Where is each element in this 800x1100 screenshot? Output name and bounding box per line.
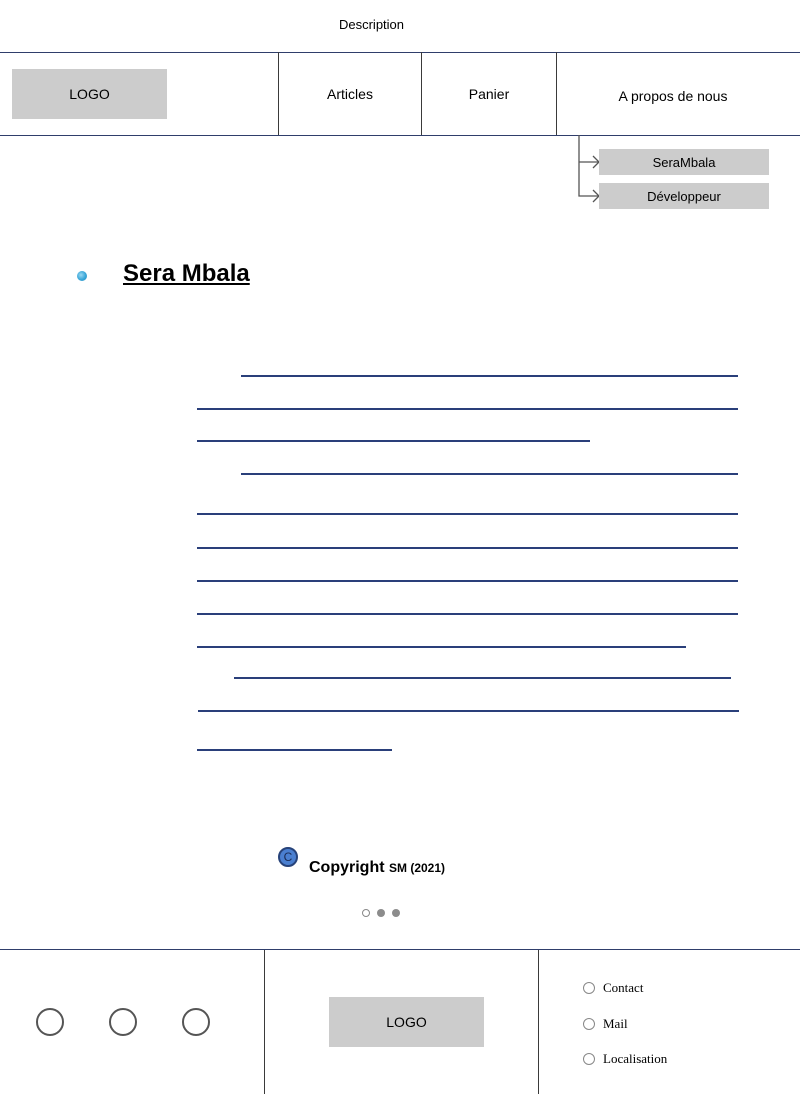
footer-logo[interactable]: LOGO — [329, 997, 484, 1047]
nav-item-a-propos[interactable]: A propos de nous — [557, 55, 789, 137]
copyright-text: Copyright SM (2021) — [309, 859, 445, 877]
carousel-dot[interactable] — [362, 909, 370, 917]
copyright-label: Copyright — [309, 859, 385, 876]
placeholder-text-line — [197, 513, 738, 515]
footer-link-localisation[interactable]: Localisation — [583, 1051, 667, 1067]
page-title: Sera Mbala — [123, 260, 250, 287]
footer-divider — [264, 950, 265, 1094]
footer-divider — [538, 950, 539, 1094]
header-logo[interactable]: LOGO — [12, 69, 167, 119]
social-circle-icon[interactable] — [182, 1008, 210, 1036]
placeholder-text-line — [197, 408, 738, 410]
placeholder-text-line — [197, 580, 738, 582]
placeholder-text-line — [234, 677, 731, 679]
footer-link-label: Localisation — [603, 1051, 668, 1066]
social-circle-icon[interactable] — [36, 1008, 64, 1036]
copyright-owner: SM (2021) — [389, 861, 446, 875]
placeholder-text-line — [197, 547, 738, 549]
site-description: Description — [338, 17, 405, 32]
footer-link-contact[interactable]: Contact — [583, 980, 643, 996]
placeholder-text-line — [241, 473, 738, 475]
submenu-item-developpeur[interactable]: Développeur — [599, 183, 769, 209]
nav-item-panier[interactable]: Panier — [422, 53, 556, 135]
bullet-icon — [77, 271, 87, 281]
placeholder-text-line — [197, 646, 686, 648]
carousel-indicators — [362, 909, 400, 917]
nav-item-articles[interactable]: Articles — [279, 53, 421, 135]
carousel-dot[interactable] — [392, 909, 400, 917]
copyright-icon: C — [278, 847, 298, 867]
submenu-item-serambala[interactable]: SeraMbala — [599, 149, 769, 175]
radio-icon — [583, 982, 595, 994]
radio-icon — [583, 1018, 595, 1030]
placeholder-text-line — [241, 375, 738, 377]
footer-link-label: Contact — [603, 980, 644, 995]
carousel-dot[interactable] — [377, 909, 385, 917]
radio-icon — [583, 1053, 595, 1065]
footer-top-border — [0, 949, 800, 950]
placeholder-text-line — [197, 613, 738, 615]
social-circle-icon[interactable] — [109, 1008, 137, 1036]
placeholder-text-line — [198, 710, 739, 712]
placeholder-text-line — [197, 749, 392, 751]
footer-link-mail[interactable]: Mail — [583, 1016, 628, 1032]
placeholder-text-line — [197, 440, 590, 442]
footer-link-label: Mail — [603, 1016, 628, 1031]
